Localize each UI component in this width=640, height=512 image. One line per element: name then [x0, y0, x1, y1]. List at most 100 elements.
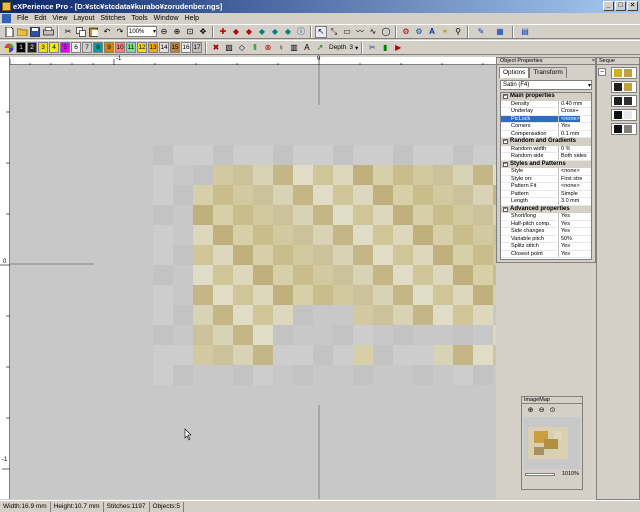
new-icon[interactable]: [3, 26, 15, 38]
info-icon[interactable]: ⓘ: [295, 26, 307, 38]
auto-digitize-icon[interactable]: ⚙: [413, 26, 425, 38]
trim-icon[interactable]: ✂: [366, 42, 378, 54]
menu-layout[interactable]: Layout: [70, 15, 97, 22]
property-row[interactable]: Half-pitch comp. Yes: [501, 220, 591, 228]
zoom-slider[interactable]: [525, 472, 555, 476]
property-row[interactable]: Compensation 0.1 mm: [501, 130, 591, 138]
color-wheel-icon[interactable]: [3, 42, 15, 54]
magnifier-icon[interactable]: ⚲: [452, 26, 464, 38]
magic-wand-icon[interactable]: ✶: [439, 26, 451, 38]
property-row[interactable]: Random side Both sides: [501, 153, 591, 161]
color-swatch-9[interactable]: 9: [104, 42, 114, 53]
satin-icon[interactable]: ⊗: [262, 42, 274, 54]
bezier-icon[interactable]: ∿: [367, 26, 379, 38]
property-section-header[interactable]: − Styles and Patterns: [501, 160, 591, 168]
run-stitch-icon[interactable]: Ⅱ: [249, 42, 261, 54]
property-value[interactable]: First stre: [559, 176, 582, 183]
property-row[interactable]: Splitz stitch Yes: [501, 243, 591, 251]
color-swatch-11[interactable]: 11: [126, 42, 136, 53]
color-swatch-12[interactable]: 12: [137, 42, 147, 53]
zoom-out-icon[interactable]: ⊖: [158, 26, 170, 38]
copy-icon[interactable]: [75, 26, 87, 38]
node-move-icon[interactable]: ◆: [256, 26, 268, 38]
sequence-item[interactable]: [611, 67, 637, 79]
maximize-button[interactable]: □: [615, 1, 626, 11]
outline-icon[interactable]: ◇: [236, 42, 248, 54]
property-value[interactable]: Yes: [559, 221, 570, 228]
menu-window[interactable]: Window: [151, 15, 182, 22]
property-row[interactable]: Short/long Yes: [501, 213, 591, 221]
color-swatch-7[interactable]: 7: [82, 42, 92, 53]
lettering-icon[interactable]: Ａ: [301, 42, 313, 54]
collapse-icon[interactable]: −: [503, 94, 508, 100]
node-edit-icon[interactable]: ✚: [217, 26, 229, 38]
zoom-select[interactable]: 100% ▾: [127, 26, 157, 37]
undo-icon[interactable]: ↶: [101, 26, 113, 38]
property-row[interactable]: Side changes Yes: [501, 228, 591, 236]
open-icon[interactable]: [16, 26, 28, 38]
property-value[interactable]: Simple: [559, 191, 578, 198]
menu-file[interactable]: File: [14, 15, 31, 22]
collapse-icon[interactable]: −: [503, 139, 508, 145]
color-swatch-14[interactable]: 14: [159, 42, 169, 53]
circle-tool-icon[interactable]: ◯: [380, 26, 392, 38]
property-value[interactable]: 3.0 mm: [559, 198, 579, 205]
property-value[interactable]: <none>: [559, 168, 580, 175]
menu-tools[interactable]: Tools: [128, 15, 150, 22]
save-icon[interactable]: [29, 26, 41, 38]
property-value[interactable]: Yes: [559, 228, 570, 235]
property-value[interactable]: 0 %: [559, 146, 570, 153]
tab-options[interactable]: Options: [499, 67, 530, 78]
stitch-tool-icon[interactable]: ⚙: [400, 26, 412, 38]
property-row[interactable]: Underlay Cross+: [501, 108, 591, 116]
node-split-icon[interactable]: ◆: [282, 26, 294, 38]
sequence-item[interactable]: [611, 95, 637, 107]
color-swatch-5[interactable]: 5: [60, 42, 70, 53]
color-swatch-6[interactable]: 6: [71, 42, 81, 53]
sequence-item[interactable]: [611, 81, 637, 93]
menu-edit[interactable]: Edit: [31, 15, 49, 22]
collapse-icon[interactable]: −: [503, 206, 508, 212]
color-swatch-3[interactable]: 3: [38, 42, 48, 53]
rectangle-icon[interactable]: ▭: [341, 26, 353, 38]
node-add-icon[interactable]: ◆: [230, 26, 242, 38]
property-row[interactable]: Corners Yes: [501, 123, 591, 131]
property-value[interactable]: 0.40 mm: [559, 101, 582, 108]
cross-stitch-icon[interactable]: ✖: [210, 42, 222, 54]
collapse-icon[interactable]: −: [598, 68, 606, 76]
property-value[interactable]: <none>: [559, 115, 580, 122]
zoom-out-icon[interactable]: ⊖: [537, 406, 546, 415]
depth-value[interactable]: 3: [347, 44, 353, 51]
pan-icon[interactable]: ✥: [197, 26, 209, 38]
tab-transform[interactable]: Transform: [529, 67, 567, 78]
property-row[interactable]: Density 0.40 mm: [501, 100, 591, 108]
property-value[interactable]: 0.1 mm: [559, 131, 579, 138]
property-value[interactable]: Yes: [559, 213, 570, 220]
stop-icon[interactable]: ▮: [379, 42, 391, 54]
design-canvas[interactable]: [10, 65, 496, 499]
minimize-button[interactable]: _: [603, 1, 614, 11]
property-row[interactable]: PicLock <none>: [501, 115, 591, 123]
color-swatch-10[interactable]: 10: [115, 42, 125, 53]
chevron-down-icon[interactable]: ▾: [354, 44, 358, 52]
property-value[interactable]: Cross+: [559, 108, 579, 115]
zoom-fit-icon[interactable]: ⊙: [548, 406, 557, 415]
select-icon[interactable]: ↖: [315, 25, 327, 38]
color-swatch-8[interactable]: 8: [93, 42, 103, 53]
property-row[interactable]: Pattern Fit <none>: [501, 183, 591, 191]
print-icon[interactable]: [42, 26, 54, 38]
property-row[interactable]: Style <none>: [501, 168, 591, 176]
property-row[interactable]: Variable pitch 50%: [501, 235, 591, 243]
reshape-icon[interactable]: ⤡: [328, 26, 340, 38]
zoom-window-icon[interactable]: ⊡: [184, 26, 196, 38]
property-row[interactable]: Style on: First stre: [501, 175, 591, 183]
image-map-preview[interactable]: [524, 417, 580, 469]
redo-icon[interactable]: ↷: [114, 26, 126, 38]
property-row[interactable]: Pattern Simple: [501, 190, 591, 198]
property-row[interactable]: Random width 0 %: [501, 145, 591, 153]
text-tool-icon[interactable]: A: [426, 26, 438, 38]
freehand-icon[interactable]: 〰: [354, 26, 366, 38]
color-swatch-17[interactable]: 17: [192, 42, 202, 53]
property-value[interactable]: Both sides: [559, 153, 587, 160]
machine-icon[interactable]: ▤: [517, 26, 533, 38]
